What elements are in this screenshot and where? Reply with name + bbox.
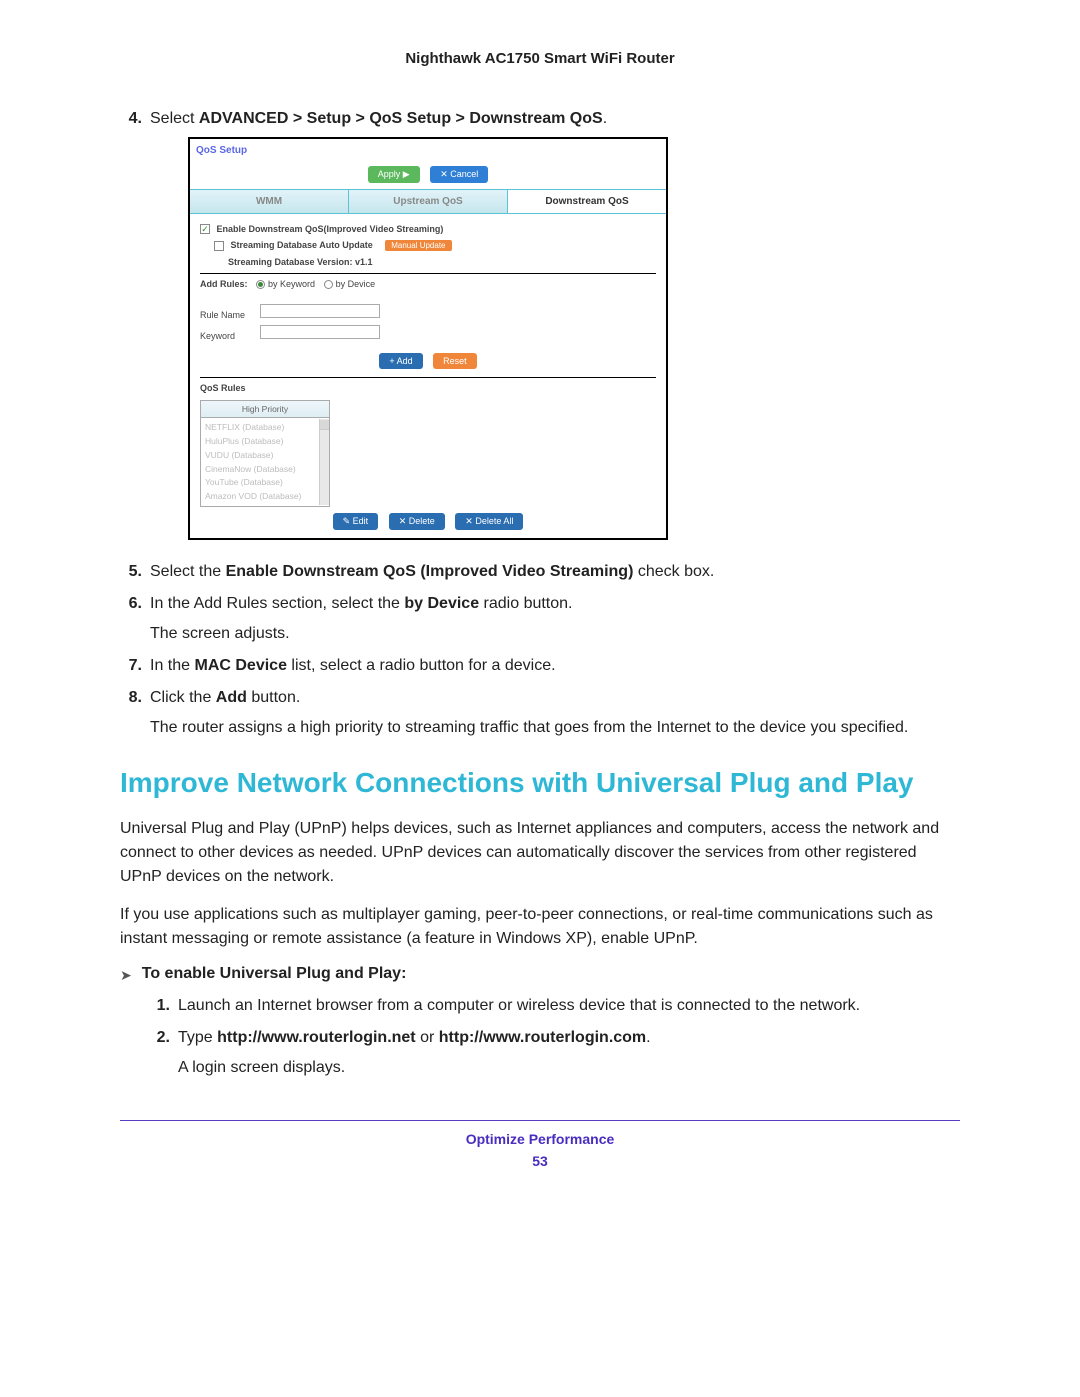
step-text: button. — [247, 689, 300, 706]
task-title: To enable Universal Plug and Play: — [142, 965, 407, 984]
auto-update-label: Streaming Database Auto Update — [231, 240, 373, 250]
step-result: The router assigns a high priority to st… — [150, 716, 960, 740]
ui-element-name: by Device — [404, 595, 479, 612]
nav-path: ADVANCED > Setup > QoS Setup > Downstrea… — [199, 110, 603, 127]
reset-button[interactable]: Reset — [433, 353, 477, 370]
step-number: 6. — [120, 592, 142, 646]
ui-element-name: Add — [216, 689, 247, 706]
url-text: http://www.routerlogin.net — [217, 1029, 416, 1046]
cancel-button[interactable]: ✕ Cancel — [430, 166, 488, 183]
enable-downstream-row: Enable Downstream QoS(Improved Video Str… — [200, 223, 656, 237]
step-7: 7. In the MAC Device list, select a radi… — [120, 654, 960, 678]
rule-name-label: Rule Name — [200, 309, 260, 323]
keyword-label: Keyword — [200, 330, 260, 344]
tab-wmm[interactable]: WMM — [190, 190, 349, 213]
step-text: check box. — [633, 563, 714, 580]
arrow-icon: ➤ — [120, 965, 132, 984]
task-step-list: 1. Launch an Internet browser from a com… — [120, 994, 960, 1080]
step-8: 8. Click the Add button. The router assi… — [120, 686, 960, 740]
step-text: Click the — [150, 689, 216, 706]
by-keyword-radio[interactable] — [256, 280, 265, 289]
divider — [200, 273, 656, 274]
manual-update-button[interactable]: Manual Update — [385, 240, 451, 251]
ui-element-name: Enable Downstream QoS (Improved Video St… — [226, 563, 634, 580]
step-text: In the — [150, 657, 194, 674]
panel-button-row: Apply ▶ ✕ Cancel — [190, 162, 666, 189]
body-paragraph: Universal Plug and Play (UPnP) helps dev… — [120, 817, 960, 889]
step-number: 7. — [120, 654, 142, 678]
step-number: 2. — [148, 1026, 170, 1080]
step-number: 1. — [148, 994, 170, 1018]
add-rules-label: Add Rules: — [200, 279, 248, 289]
step-text: Launch an Internet browser from a comput… — [178, 997, 860, 1014]
db-version: Streaming Database Version: v1.1 — [228, 256, 656, 270]
document-page: Nighthawk AC1750 Smart WiFi Router 4. Se… — [0, 0, 1080, 1397]
qos-setup-screenshot: QoS Setup Apply ▶ ✕ Cancel WMM Upstream … — [188, 137, 668, 540]
by-device-label: by Device — [336, 279, 376, 289]
enable-downstream-checkbox[interactable] — [200, 224, 210, 234]
step-text: or — [416, 1029, 439, 1046]
step-text: radio button. — [479, 595, 572, 612]
step-text: . — [646, 1029, 650, 1046]
step-result: The screen adjusts. — [150, 622, 960, 646]
task-step-1: 1. Launch an Internet browser from a com… — [148, 994, 960, 1018]
section-heading-upnp: Improve Network Connections with Univers… — [120, 766, 960, 800]
step-text: list, select a radio button for a device… — [287, 657, 556, 674]
task-step-2: 2. Type http://www.routerlogin.net or ht… — [148, 1026, 960, 1080]
divider — [200, 377, 656, 378]
add-rule-button[interactable]: + Add — [379, 353, 422, 370]
url-text: http://www.routerlogin.com — [439, 1029, 646, 1046]
step-number: 5. — [120, 560, 142, 584]
rule-item[interactable]: Amazon VOD (Database) — [205, 490, 325, 503]
step-6: 6. In the Add Rules section, select the … — [120, 592, 960, 646]
main-step-list: 4. Select ADVANCED > Setup > QoS Setup >… — [120, 107, 960, 740]
step-4: 4. Select ADVANCED > Setup > QoS Setup >… — [120, 107, 960, 552]
footer-rule — [120, 1120, 960, 1121]
step-text: Select the — [150, 563, 226, 580]
rule-name-input[interactable] — [260, 304, 380, 318]
task-heading: ➤ To enable Universal Plug and Play: — [120, 965, 960, 984]
step-text: Type — [178, 1029, 217, 1046]
footer-section-name: Optimize Performance — [120, 1131, 960, 1147]
ui-element-name: MAC Device — [194, 657, 286, 674]
step-number: 4. — [120, 107, 142, 552]
rule-item[interactable]: VUDU (Database) — [205, 449, 325, 462]
step-text: . — [603, 110, 607, 127]
page-footer: Optimize Performance 53 — [120, 1131, 960, 1169]
by-keyword-label: by Keyword — [268, 279, 315, 289]
tab-row: WMM Upstream QoS Downstream QoS — [190, 189, 666, 214]
keyword-input[interactable] — [260, 325, 380, 339]
tab-downstream[interactable]: Downstream QoS — [508, 190, 666, 213]
scrollbar[interactable] — [319, 419, 329, 505]
rule-item[interactable]: YouTube (Database) — [205, 476, 325, 489]
high-priority-list: High Priority NETFLIX (Database) HuluPlu… — [200, 400, 330, 507]
auto-update-checkbox[interactable] — [214, 241, 224, 251]
enable-downstream-label: Enable Downstream QoS(Improved Video Str… — [217, 224, 444, 234]
edit-button[interactable]: ✎ Edit — [333, 513, 379, 530]
by-device-radio[interactable] — [324, 280, 333, 289]
high-priority-header: High Priority — [201, 401, 329, 419]
qos-rules-label: QoS Rules — [200, 382, 656, 396]
step-number: 8. — [120, 686, 142, 740]
step-text: Select — [150, 110, 199, 127]
delete-button[interactable]: ✕ Delete — [389, 513, 445, 530]
delete-all-button[interactable]: ✕ Delete All — [455, 513, 523, 530]
footer-page-number: 53 — [120, 1153, 960, 1169]
rule-item[interactable]: HuluPlus (Database) — [205, 435, 325, 448]
document-header: Nighthawk AC1750 Smart WiFi Router — [120, 50, 960, 67]
tab-upstream[interactable]: Upstream QoS — [349, 190, 508, 213]
apply-button[interactable]: Apply ▶ — [368, 166, 420, 183]
step-result: A login screen displays. — [178, 1056, 960, 1080]
body-paragraph: If you use applications such as multipla… — [120, 903, 960, 951]
panel-title: QoS Setup — [190, 139, 666, 162]
rule-item[interactable]: NETFLIX (Database) — [205, 421, 325, 434]
add-rules-row: Add Rules: by Keyword by Device — [200, 278, 656, 292]
rule-item[interactable]: CinemaNow (Database) — [205, 463, 325, 476]
step-text: In the Add Rules section, select the — [150, 595, 404, 612]
step-5: 5. Select the Enable Downstream QoS (Imp… — [120, 560, 960, 584]
